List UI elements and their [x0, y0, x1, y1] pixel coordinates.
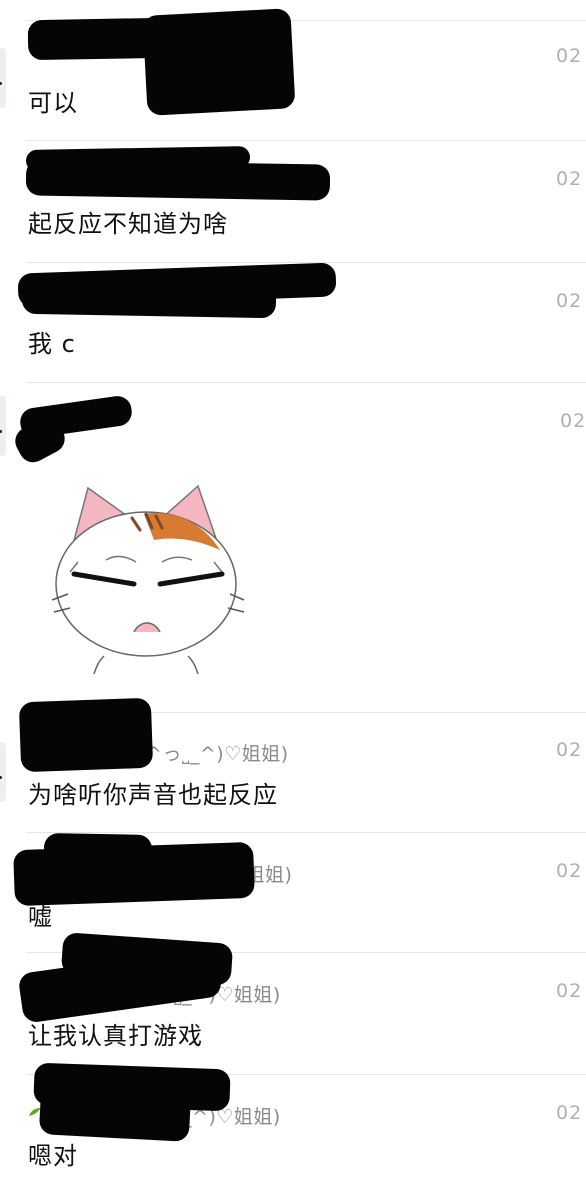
redaction-mark [142, 8, 296, 116]
message-time: 02 [560, 410, 586, 432]
message-time: 02 [556, 1102, 583, 1124]
cat-head [51, 511, 245, 657]
chat-message[interactable]: (^っ˽_^)♡姐姐) 02 为啥听你声音也起反应 [0, 697, 586, 832]
message-text: 起反应不知道为啥 [28, 210, 228, 238]
redaction-mark [25, 159, 331, 201]
message-text: 我 c [28, 330, 76, 358]
message-time: 02 [556, 739, 583, 761]
avatar[interactable] [0, 742, 6, 802]
message-divider [26, 832, 586, 833]
chat-message[interactable]: 姐) 02 我 c [0, 262, 586, 382]
message-time: 02 [556, 168, 583, 190]
message-text: 嗯对 [28, 1142, 78, 1170]
avatar[interactable] [0, 48, 6, 108]
redaction-mark [21, 279, 277, 319]
message-time: 02 [556, 290, 583, 312]
message-time: 02 [556, 45, 583, 67]
chat-message[interactable]: ˽_^)♡姐姐) 02 嗯对 [0, 1062, 586, 1200]
avatar[interactable] [0, 396, 6, 456]
message-time: 02 [556, 860, 583, 882]
chat-message[interactable]: 02 起反应不知道为啥 [0, 140, 586, 262]
redaction-mark [38, 1084, 192, 1142]
cat-sticker[interactable] [50, 476, 246, 674]
chat-message[interactable]: ˽_^)♡姐姐) 02 让我认真打游戏 [0, 932, 586, 1074]
message-text: 可以 [28, 89, 78, 117]
message-time: 02 [556, 980, 583, 1002]
sender-name: (^っ˽_^)♡姐姐) [138, 743, 289, 765]
chat-message[interactable]: ) 02 可以 [0, 0, 586, 140]
message-text: 为啥听你声音也起反应 [28, 781, 278, 809]
redaction-mark [13, 841, 255, 907]
cat-body [93, 655, 199, 674]
message-divider [26, 140, 586, 141]
message-text: 让我认真打游戏 [28, 1022, 203, 1050]
redaction-mark [18, 697, 154, 773]
message-divider [26, 382, 586, 383]
